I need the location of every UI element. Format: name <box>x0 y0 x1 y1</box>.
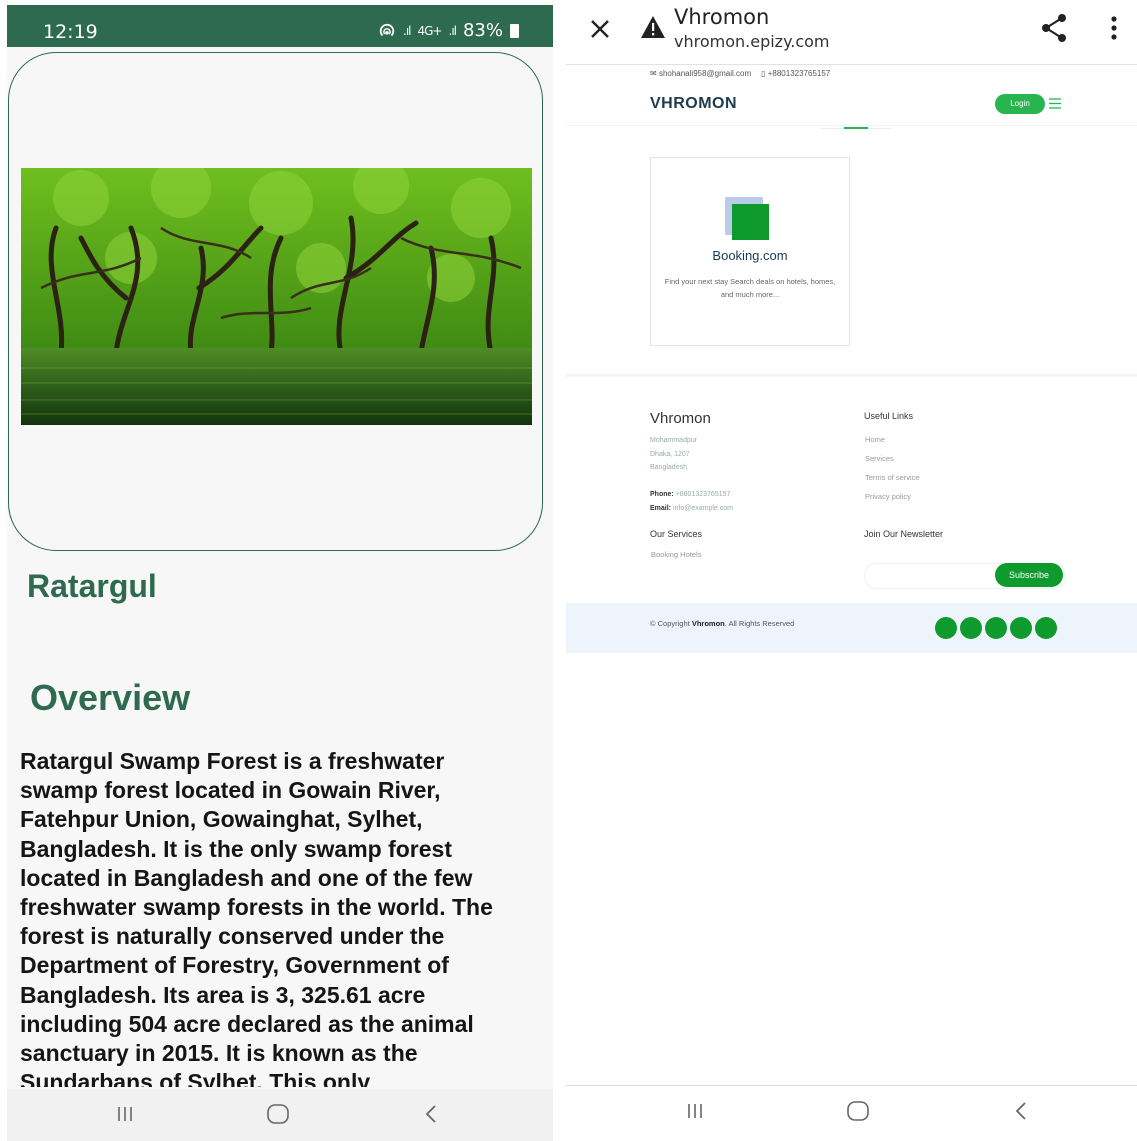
overview-heading: Overview <box>30 677 191 718</box>
image-card <box>8 52 543 551</box>
our-services-title: Our Services <box>650 529 703 539</box>
site-title: Vhromon <box>674 5 770 29</box>
login-button[interactable]: Login <box>995 94 1045 114</box>
close-icon[interactable] <box>586 15 614 43</box>
copyright-bar: © Copyright Vhromon. All Rights Reserved <box>566 603 1137 653</box>
footer-link-home[interactable]: Home <box>865 430 920 449</box>
menu-icon[interactable] <box>1049 98 1061 109</box>
status-bar: 12:19 .ıl 4G+ .ıl 83% <box>7 5 553 47</box>
right-phone-screen: Vhromon vhromon.epizy.com ✉ shohanali958… <box>566 0 1137 1141</box>
left-phone-screen: 12:19 .ıl 4G+ .ıl 83% Ratargul Overview … <box>7 5 553 1141</box>
overview-text: Ratargul Swamp Forest is a freshwater sw… <box>20 748 493 1087</box>
share-icon[interactable] <box>1040 13 1068 43</box>
footer-brand: Vhromon <box>650 410 711 427</box>
address-line: Dhaka, 1207 <box>650 450 690 458</box>
battery-icon <box>510 23 519 38</box>
our-services-list: Booking Hotels <box>651 550 701 559</box>
useful-links-title: Useful Links <box>864 411 914 421</box>
email-label: Email: <box>650 504 672 512</box>
browser-top-bar: Vhromon vhromon.epizy.com <box>566 0 1137 65</box>
site-logo[interactable]: VHROMON <box>650 95 737 113</box>
section-title-underline <box>844 127 868 129</box>
footer-link-terms[interactable]: Terms of service <box>865 468 920 487</box>
address-line: Bangladesh <box>650 464 687 471</box>
copyright-text: © Copyright Vhromon. All Rights Reserved <box>650 619 795 628</box>
service-card-booking[interactable]: Booking.com Find your next stay Search d… <box>650 157 850 346</box>
social-icon[interactable] <box>1035 617 1057 639</box>
signal-icon: .ıl <box>448 23 458 38</box>
recents-icon[interactable] <box>105 1097 145 1131</box>
battery-percent: 83% <box>462 20 503 41</box>
footer-link-booking-hotels[interactable]: Booking Hotels <box>651 550 701 559</box>
footer-contact: Phone: +8801323765157 Email: info@exampl… <box>650 488 733 515</box>
address-line: Mohammadpur <box>650 437 698 444</box>
status-icons: .ıl 4G+ .ıl 83% <box>378 20 519 41</box>
footer-link-privacy[interactable]: Privacy policy <box>865 487 920 506</box>
booking-icon <box>732 204 769 240</box>
status-time: 12:19 <box>43 21 98 43</box>
footer-address: Mohammadpur Dhaka, 1207 Bangladesh <box>650 434 697 475</box>
phone-value: +8801323765157 <box>675 491 731 498</box>
social-icon[interactable] <box>935 617 957 639</box>
social-links <box>935 617 1057 639</box>
site-url[interactable]: vhromon.epizy.com <box>674 32 830 51</box>
subscribe-button[interactable]: Subscribe <box>995 563 1063 587</box>
phone-label: Phone: <box>650 491 674 498</box>
system-nav-bar <box>566 1086 1137 1141</box>
social-icon[interactable] <box>1010 617 1032 639</box>
back-icon[interactable] <box>411 1097 451 1131</box>
contact-phone[interactable]: ▯ +8801323765157 <box>761 69 830 78</box>
social-icon[interactable] <box>960 617 982 639</box>
recents-icon[interactable] <box>675 1094 715 1128</box>
more-vert-icon[interactable] <box>1102 14 1126 42</box>
network-type: 4G+ <box>417 23 443 38</box>
service-title[interactable]: Booking.com <box>651 248 849 263</box>
signal-icon: .ıl <box>403 23 412 38</box>
home-icon[interactable] <box>838 1094 878 1128</box>
back-icon[interactable] <box>1001 1094 1041 1128</box>
useful-links-list: Home Services Terms of service Privacy p… <box>865 430 920 506</box>
hotspot-icon <box>379 23 395 36</box>
site-header: VHROMON Login <box>566 85 1137 126</box>
footer-divider <box>566 374 1137 377</box>
warning-icon[interactable] <box>640 15 666 39</box>
forest-photo <box>21 168 532 425</box>
email-value: info@example.com <box>672 504 733 512</box>
copyright-brand: Vhromon <box>691 619 725 628</box>
contact-bar: ✉ shohanali958@gmail.com ▯ +880132376515… <box>650 69 830 78</box>
home-icon[interactable] <box>258 1097 298 1131</box>
place-title: Ratargul <box>27 568 157 604</box>
phone-icon: ▯ <box>761 69 768 78</box>
system-nav-bar <box>7 1089 553 1141</box>
social-icon[interactable] <box>985 617 1007 639</box>
mail-icon: ✉ <box>650 69 659 78</box>
contact-email[interactable]: ✉ shohanali958@gmail.com <box>650 69 751 78</box>
newsletter-title: Join Our Newsletter <box>864 529 944 539</box>
service-description: Find your next stay Search deals on hote… <box>664 277 836 299</box>
footer-link-services[interactable]: Services <box>865 449 920 468</box>
